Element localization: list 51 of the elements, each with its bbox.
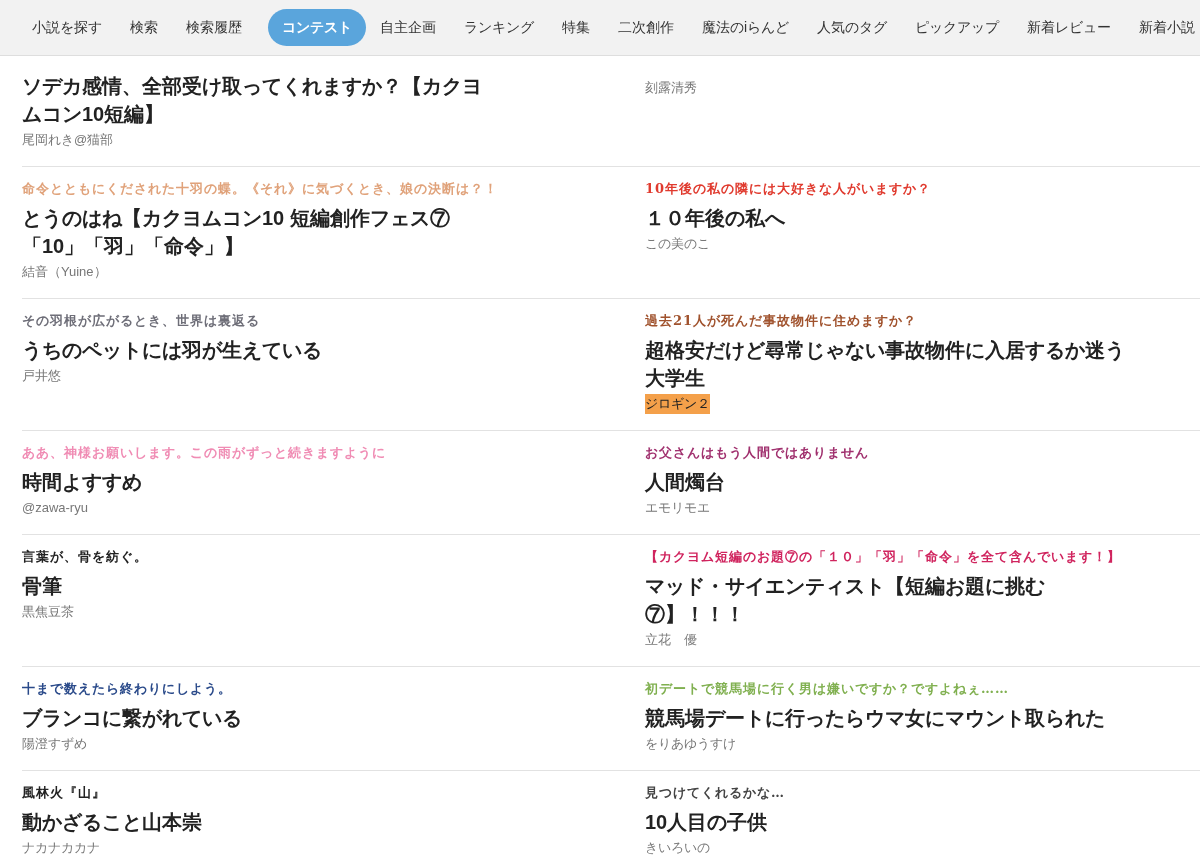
nav-tab[interactable]: 検索履歴 xyxy=(172,9,256,46)
catchphrase: 初デートで競馬場に行く男は嫌いですか？ですよねぇ…… xyxy=(645,680,1010,698)
story-title[interactable]: うちのペットには羽が生えている xyxy=(22,336,500,364)
story-title[interactable]: １０年後の私へ xyxy=(645,204,1130,232)
story-title[interactable]: 人間燭台 xyxy=(645,468,1130,496)
story-title[interactable]: 10人目の子供 xyxy=(645,808,1130,836)
story-title[interactable]: 骨筆 xyxy=(22,572,500,600)
author-name[interactable]: 尾岡れき@猫部 xyxy=(22,130,114,150)
story-title[interactable]: 時間よすすめ xyxy=(22,468,500,496)
author-name[interactable]: きいろいの xyxy=(645,838,710,858)
author-name[interactable]: 刻露清秀 xyxy=(645,78,697,98)
nav-tab[interactable]: 新着レビュー xyxy=(1013,9,1126,46)
nav-tab[interactable]: 検索 xyxy=(116,9,172,46)
nav-tab[interactable]: 自主企画 xyxy=(366,9,450,46)
nav-tab[interactable]: ピックアップ xyxy=(901,9,1014,46)
catchphrase: 【カクヨム短編のお題⑦の「１０」「羽」「命令」を全て含んでいます！】 xyxy=(645,548,1122,566)
nav-tab[interactable]: 特集 xyxy=(548,9,604,46)
catchphrase: 言葉が、骨を紡ぐ。 xyxy=(22,548,149,566)
story-title[interactable]: とうのはね【カクヨムコン10 短編創作フェス⑦「10」「羽」「命令」】 xyxy=(22,204,500,260)
nav-tab[interactable]: ランキング xyxy=(450,9,548,46)
author-name[interactable]: エモリモエ xyxy=(645,498,710,518)
author-name[interactable]: ナカナカカナ xyxy=(22,838,100,858)
catchphrase: 過去21人が死んだ事故物件に住めますか？ xyxy=(645,312,919,330)
story-title[interactable]: 動かざること山本崇 xyxy=(22,808,500,836)
author-name[interactable]: 結音（Yuine） xyxy=(22,262,107,282)
nav-tab[interactable]: 人気のタグ xyxy=(803,9,902,46)
story-title[interactable]: 競馬場デートに行ったらウマ女にマウント取られた xyxy=(645,704,1130,732)
story-title[interactable]: ソデカ感情、全部受け取ってくれますか？【カクヨムコン10短編】 xyxy=(22,72,500,128)
catchphrase: 命令とともにくだされた十羽の蝶。《それ》に気づくとき、娘の決断は？！ xyxy=(22,180,499,198)
author-name[interactable]: をりあゆうすけ xyxy=(645,734,736,754)
story-title[interactable]: ブランコに繋がれている xyxy=(22,704,500,732)
author-name[interactable]: @zawa-ryu xyxy=(22,498,88,518)
catchphrase: 風林火『山』 xyxy=(22,784,107,802)
catchphrase: 十まで数えたら終わりにしよう。 xyxy=(22,680,233,698)
nav-tab[interactable]: 二次創作 xyxy=(604,9,688,46)
catchphrase: 10年後の私の隣には大好きな人がいますか？ xyxy=(645,180,933,198)
nav-tab[interactable]: 魔法のiらんど xyxy=(688,9,804,46)
author-name[interactable]: 黒焦豆茶 xyxy=(22,602,74,622)
nav-tab[interactable]: 小説を探す xyxy=(18,9,116,46)
catchphrase: 見つけてくれるかな… xyxy=(645,784,786,802)
author-name[interactable]: この美のこ xyxy=(645,234,710,254)
catchphrase: ああ、神様お願いします。この雨がずっと続きますように xyxy=(22,444,387,462)
nav-tab[interactable]: 新着小説 xyxy=(1125,9,1200,46)
author-name[interactable]: 戸井悠 xyxy=(22,366,61,386)
author-name[interactable]: 立花 優 xyxy=(645,630,697,650)
catchphrase: その羽根が広がるとき、世界は裏返る xyxy=(22,312,261,330)
author-name[interactable]: ジロギン２ xyxy=(645,394,710,414)
story-title[interactable]: 超格安だけど尋常じゃない事故物件に入居するか迷う大学生 xyxy=(645,336,1130,392)
story-title[interactable]: マッド・サイエンティスト【短編お題に挑む⑦】！！！ xyxy=(645,572,1130,628)
author-name[interactable]: 陽澄すずめ xyxy=(22,734,87,754)
catchphrase: お父さんはもう人間ではありません xyxy=(645,444,870,462)
